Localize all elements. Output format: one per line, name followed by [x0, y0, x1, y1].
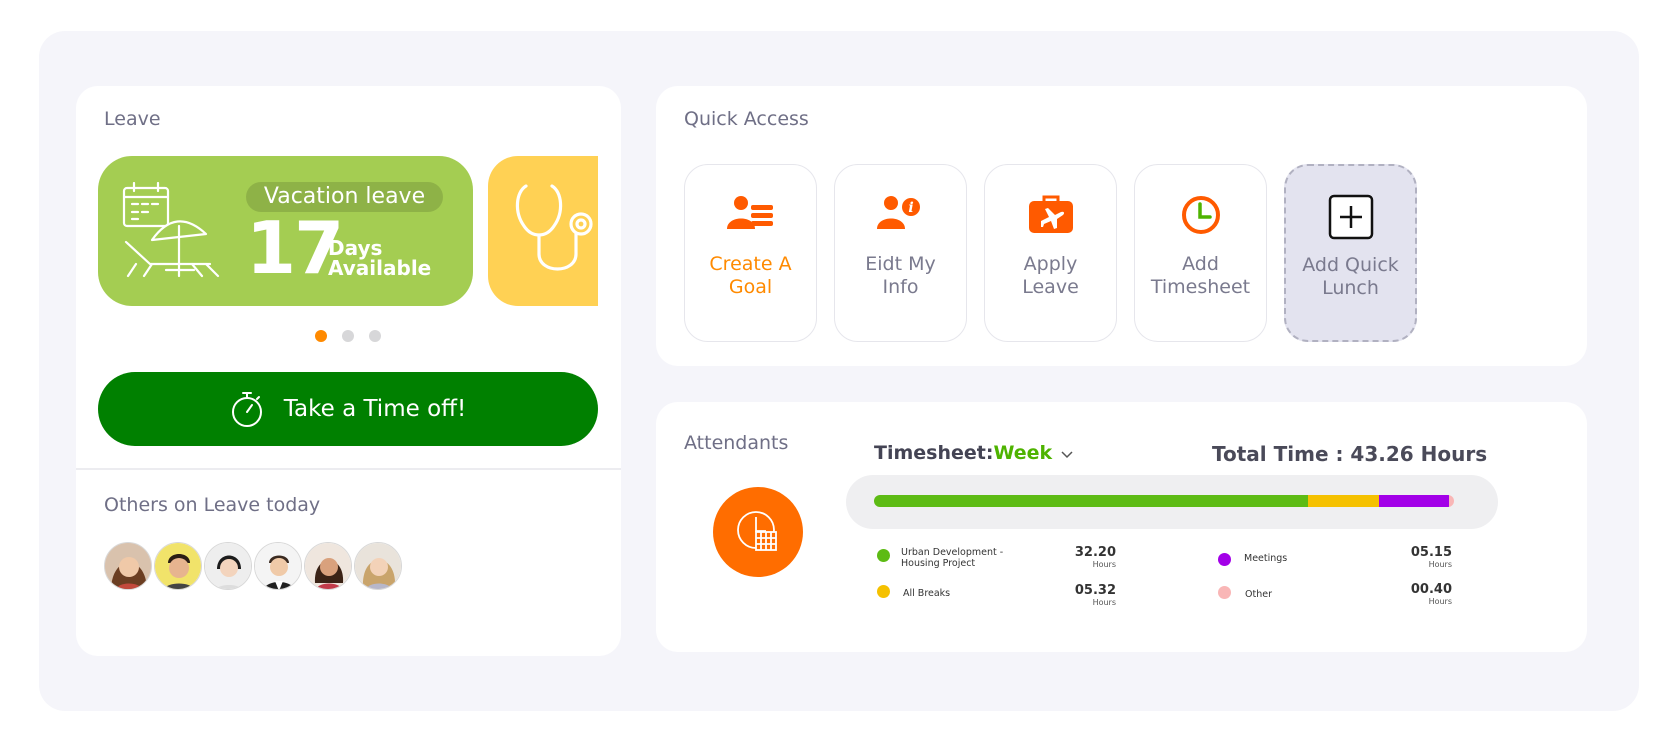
stethoscope-icon [515, 184, 593, 271]
legend-value: 05.15 [1410, 545, 1452, 560]
clock-calendar-icon [737, 511, 777, 551]
vacation-leave-card[interactable]: Vacation leave 17 Days Available [98, 156, 473, 306]
legend-label: All Breaks [903, 588, 951, 599]
add-timesheet-button[interactable]: Add Timesheet [1134, 164, 1267, 342]
quick-access-card: Quick Access Create A Goal i Eidt My Inf… [656, 86, 1587, 366]
add-timesheet-label: Add Timesheet [1139, 253, 1262, 299]
goal-icon [726, 196, 773, 229]
sick-leave-card[interactable] [488, 156, 598, 306]
avatar[interactable] [304, 542, 352, 590]
timesheet-period-dropdown[interactable]: Timesheet:Week [874, 442, 1073, 464]
carousel-dot-2[interactable] [342, 330, 354, 342]
carousel-pagination [315, 327, 396, 346]
legend-unit: Hours [1092, 560, 1116, 569]
legend-label: Meetings [1244, 553, 1288, 564]
timesheet-progress-bar [874, 495, 1454, 507]
legend-unit: Hours [1428, 560, 1452, 569]
suitcase-plane-icon [1028, 195, 1073, 233]
label-line2: Leave [1022, 276, 1079, 298]
stopwatch-icon [231, 392, 262, 427]
legend-unit: Hours [1092, 598, 1116, 607]
edit-my-info-button[interactable]: i Eidt My Info [834, 164, 967, 342]
legend-dot [877, 549, 890, 562]
leave-carousel[interactable]: Vacation leave 17 Days Available [98, 156, 598, 308]
carousel-dot-3[interactable] [369, 330, 381, 342]
timesheet-label: Timesheet: [874, 442, 994, 464]
icon-wrap [1286, 194, 1415, 242]
icon-wrap: i [835, 193, 966, 241]
avatar[interactable] [204, 542, 252, 590]
label-line2: Goal [728, 276, 773, 298]
take-time-off-label: Take a Time off! [283, 396, 467, 422]
days-available-label: Days Available [328, 238, 431, 278]
carousel-dot-1[interactable] [315, 330, 327, 342]
attendance-icon-circle[interactable] [713, 487, 803, 577]
apply-leave-label: Apply Leave [989, 253, 1112, 299]
svg-text:i: i [908, 200, 913, 216]
attendants-title: Attendants [684, 432, 789, 454]
avatar[interactable] [154, 542, 202, 590]
create-goal-button[interactable]: Create A Goal [684, 164, 817, 342]
avatar[interactable] [354, 542, 402, 590]
legend-dot [1218, 553, 1231, 566]
icon-wrap [1135, 193, 1266, 241]
legend-label: Urban Development - Housing Project [901, 547, 1004, 569]
segment-all-breaks [1307, 495, 1380, 507]
legend-dot [1218, 586, 1231, 599]
plus-square-icon [1328, 194, 1373, 240]
add-quick-lunch-label: Add Quick Lunch [1290, 254, 1411, 300]
beach-umbrella-icon [122, 182, 220, 278]
icon-wrap [985, 193, 1116, 241]
user-info-icon: i [876, 196, 922, 229]
legend-value: 05.32 [1074, 583, 1116, 598]
clock-icon [1181, 196, 1220, 234]
create-goal-label: Create A Goal [689, 253, 812, 299]
label-line2: Timesheet [1150, 276, 1251, 298]
label-line1: Eidt My [865, 253, 936, 275]
label-line1: Add Quick [1302, 254, 1399, 276]
label-line2: Info [882, 276, 919, 298]
days-word: Days [328, 236, 383, 260]
others-on-leave-title: Others on Leave today [104, 494, 321, 516]
label-line1: Add [1182, 253, 1219, 275]
attendants-card: Attendants Timesheet:Week Total Time : 4… [656, 402, 1587, 652]
available-word: Available [328, 256, 432, 280]
segment-meetings [1379, 495, 1449, 507]
label-line2: Lunch [1322, 277, 1379, 299]
total-time: Total Time : 43.26 Hours [1212, 442, 1488, 466]
take-time-off-button[interactable]: Take a Time off! [98, 372, 598, 446]
legend-unit: Hours [1428, 597, 1452, 606]
leave-card: Leave Vacation leave 17 Days Available T… [76, 86, 621, 656]
quick-access-title: Quick Access [684, 108, 809, 130]
edit-my-info-label: Eidt My Info [839, 253, 962, 299]
leave-title: Leave [104, 108, 161, 130]
icon-wrap [685, 193, 816, 241]
legend-dot [877, 585, 890, 598]
add-quick-lunch-button[interactable]: Add Quick Lunch [1284, 164, 1417, 342]
label-line1: Create A [709, 253, 792, 275]
avatar[interactable] [254, 542, 302, 590]
segment-urban-development [874, 495, 1308, 507]
avatar[interactable] [104, 542, 152, 590]
label-line1: Apply [1023, 253, 1078, 275]
legend-value: 00.40 [1410, 582, 1452, 597]
chevron-down-icon [1061, 451, 1073, 459]
divider [76, 468, 621, 470]
apply-leave-button[interactable]: Apply Leave [984, 164, 1117, 342]
legend-label: Other [1245, 589, 1272, 600]
timesheet-period-value: Week [993, 442, 1053, 464]
legend-value: 32.20 [1074, 545, 1116, 560]
